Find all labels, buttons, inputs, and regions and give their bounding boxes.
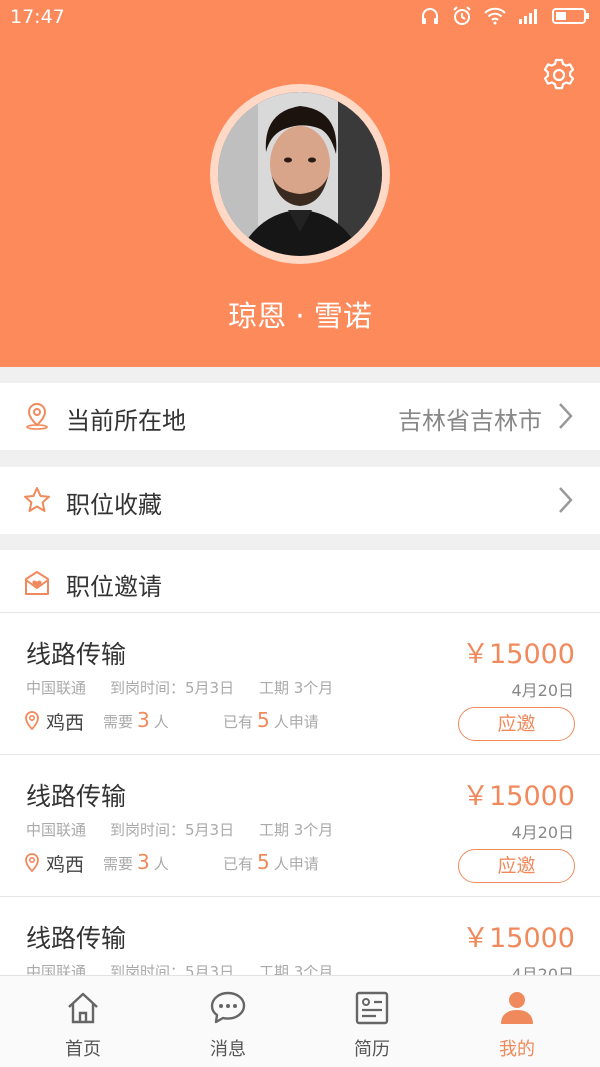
favorites-label: 职位收藏 [66,491,162,519]
job-salary: ￥15000 [462,639,575,670]
job-company: 中国联通 [26,821,87,839]
job-city: 鸡西 [46,712,85,734]
job-applied: 已有 5 人申请 [223,850,319,874]
tab-resume[interactable]: 简历 [297,976,447,1067]
avatar-photo [218,92,382,256]
job-salary: ￥15000 [462,923,575,954]
job-card[interactable]: 线路传输 ￥15000 中国联通 到岗时间：5月3日 工期 3个月 4月20日 … [0,754,600,896]
signal-icon [519,9,537,24]
user-name: 琼恩 · 雪诺 [228,299,372,333]
resume-icon [355,991,389,1025]
settings-gear-icon[interactable] [541,57,577,93]
favorites-row[interactable]: 职位收藏 [0,467,600,534]
invitations-header: 职位邀请 [0,550,600,612]
job-applied: 已有 5 人申请 [223,708,319,732]
chat-icon [210,991,246,1024]
wifi-icon [484,7,506,25]
job-title: 线路传输 [26,782,127,811]
job-company: 中国联通 [26,679,87,697]
location-label: 当前所在地 [66,407,186,435]
job-need: 需要 3 人 [103,708,169,732]
tab-mine[interactable]: 我的 [442,976,592,1067]
chevron-right-icon [559,487,573,513]
job-title: 线路传输 [26,924,127,953]
person-icon [501,992,533,1024]
job-duration: 工期 3个月 [259,821,334,839]
accept-invitation-button[interactable]: 应邀 [458,707,575,741]
bottom-tab-bar: 首页 消息 简历 我的 [0,975,600,1067]
job-duration: 工期 3个月 [259,679,334,697]
location-row[interactable]: 当前所在地 吉林省吉林市 [0,383,600,450]
location-pin-icon [25,711,39,731]
star-icon [24,487,50,512]
avatar-ring [210,84,390,264]
job-title: 线路传输 [26,640,127,669]
tab-home[interactable]: 首页 [8,976,158,1067]
avatar[interactable] [218,92,382,256]
invitations-label: 职位邀请 [66,573,162,601]
battery-icon [552,8,589,24]
job-city: 鸡西 [46,854,85,876]
profile-header: 17:47 琼恩 · 雪诺 [0,0,600,367]
home-icon [68,992,98,1024]
tab-label: 简历 [354,1039,390,1060]
location-value: 吉林省吉林市 [398,407,542,435]
headphones-icon [422,8,438,24]
status-bar: 17:47 [0,0,600,34]
mail-heart-icon [25,571,49,595]
status-icons [420,6,590,26]
job-arrival: 到岗时间：5月3日 [110,821,235,839]
job-need: 需要 3 人 [103,850,169,874]
tab-messages[interactable]: 消息 [153,976,303,1067]
job-arrival: 到岗时间：5月3日 [110,679,235,697]
status-time: 17:47 [10,6,65,28]
tab-label: 我的 [499,1039,535,1060]
job-date: 4月20日 [511,681,574,700]
accept-invitation-button[interactable]: 应邀 [458,849,575,883]
chevron-right-icon [559,403,573,429]
alarm-icon [453,6,471,25]
job-card[interactable]: 线路传输 ￥15000 中国联通 到岗时间：5月3日 工期 3个月 4月20日 … [0,612,600,754]
job-date: 4月20日 [511,823,574,842]
job-salary: ￥15000 [462,781,575,812]
location-pin-icon [26,402,48,430]
tab-label: 首页 [65,1039,101,1060]
tab-label: 消息 [210,1039,246,1060]
location-pin-icon [25,853,39,873]
